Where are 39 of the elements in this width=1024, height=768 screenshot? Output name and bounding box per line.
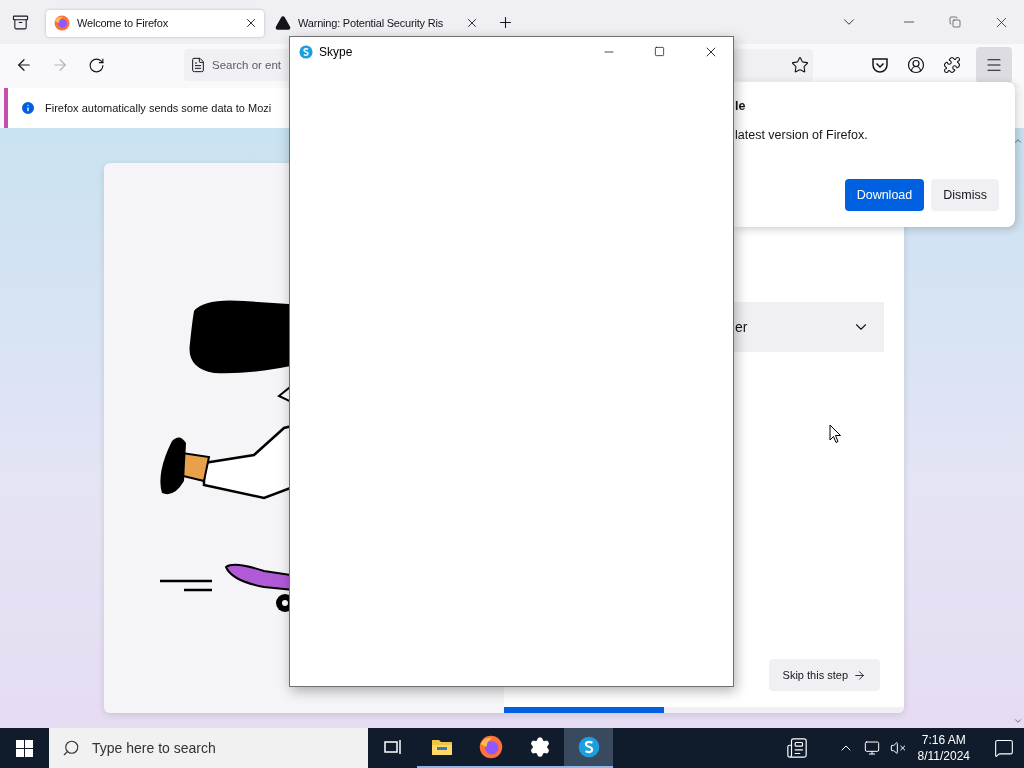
settings-icon xyxy=(528,736,551,758)
close-icon[interactable] xyxy=(465,16,479,30)
chat-app-icon xyxy=(299,44,313,59)
address-field[interactable]: Search or ent xyxy=(184,49,288,81)
task-view-icon xyxy=(383,739,402,755)
taskbar-search-field[interactable]: Type here to search xyxy=(49,728,368,768)
page-icon xyxy=(190,57,206,73)
popup-title: le xyxy=(734,99,747,113)
browser-icon xyxy=(54,15,70,31)
browser-tab[interactable]: Welcome to Firefox xyxy=(46,9,264,37)
folder-icon xyxy=(430,738,453,756)
close-icon[interactable] xyxy=(244,16,258,30)
network-icon[interactable] xyxy=(863,740,880,756)
maximize-icon[interactable] xyxy=(654,46,665,57)
search-icon xyxy=(62,739,80,757)
popup-message: latest version of Firefox. xyxy=(734,128,869,142)
window-title: Skype xyxy=(319,44,353,59)
taskbar-app[interactable] xyxy=(564,728,613,768)
download-button[interactable]: Download xyxy=(844,179,925,211)
chat-app-icon xyxy=(577,736,600,758)
bookmark-star-icon[interactable] xyxy=(791,56,809,74)
notifications-icon[interactable] xyxy=(994,738,1014,758)
news-icon[interactable] xyxy=(785,737,808,759)
notification-text: Firefox automatically sends some data to Mozi xyxy=(45,102,272,114)
scroll-down-icon[interactable] xyxy=(1013,716,1023,726)
dropdown[interactable]: er xyxy=(734,302,884,352)
volume-muted-icon[interactable] xyxy=(889,740,906,756)
scroll-up-icon[interactable] xyxy=(1013,136,1023,146)
clock[interactable]: 7:16 AM 8/11/2024 xyxy=(917,732,970,764)
arrow-right-icon xyxy=(853,668,866,682)
warning-icon xyxy=(275,15,291,31)
dismiss-button[interactable]: Dismiss xyxy=(931,179,999,211)
cursor-icon xyxy=(829,424,842,444)
browser-tab[interactable]: Warning: Potential Security Ris xyxy=(267,9,485,37)
menu-icon[interactable] xyxy=(976,47,1012,83)
restore-icon[interactable] xyxy=(949,16,961,28)
skip-button[interactable]: Skip this step xyxy=(768,659,880,691)
info-icon xyxy=(20,100,36,116)
browser-icon xyxy=(478,735,503,759)
